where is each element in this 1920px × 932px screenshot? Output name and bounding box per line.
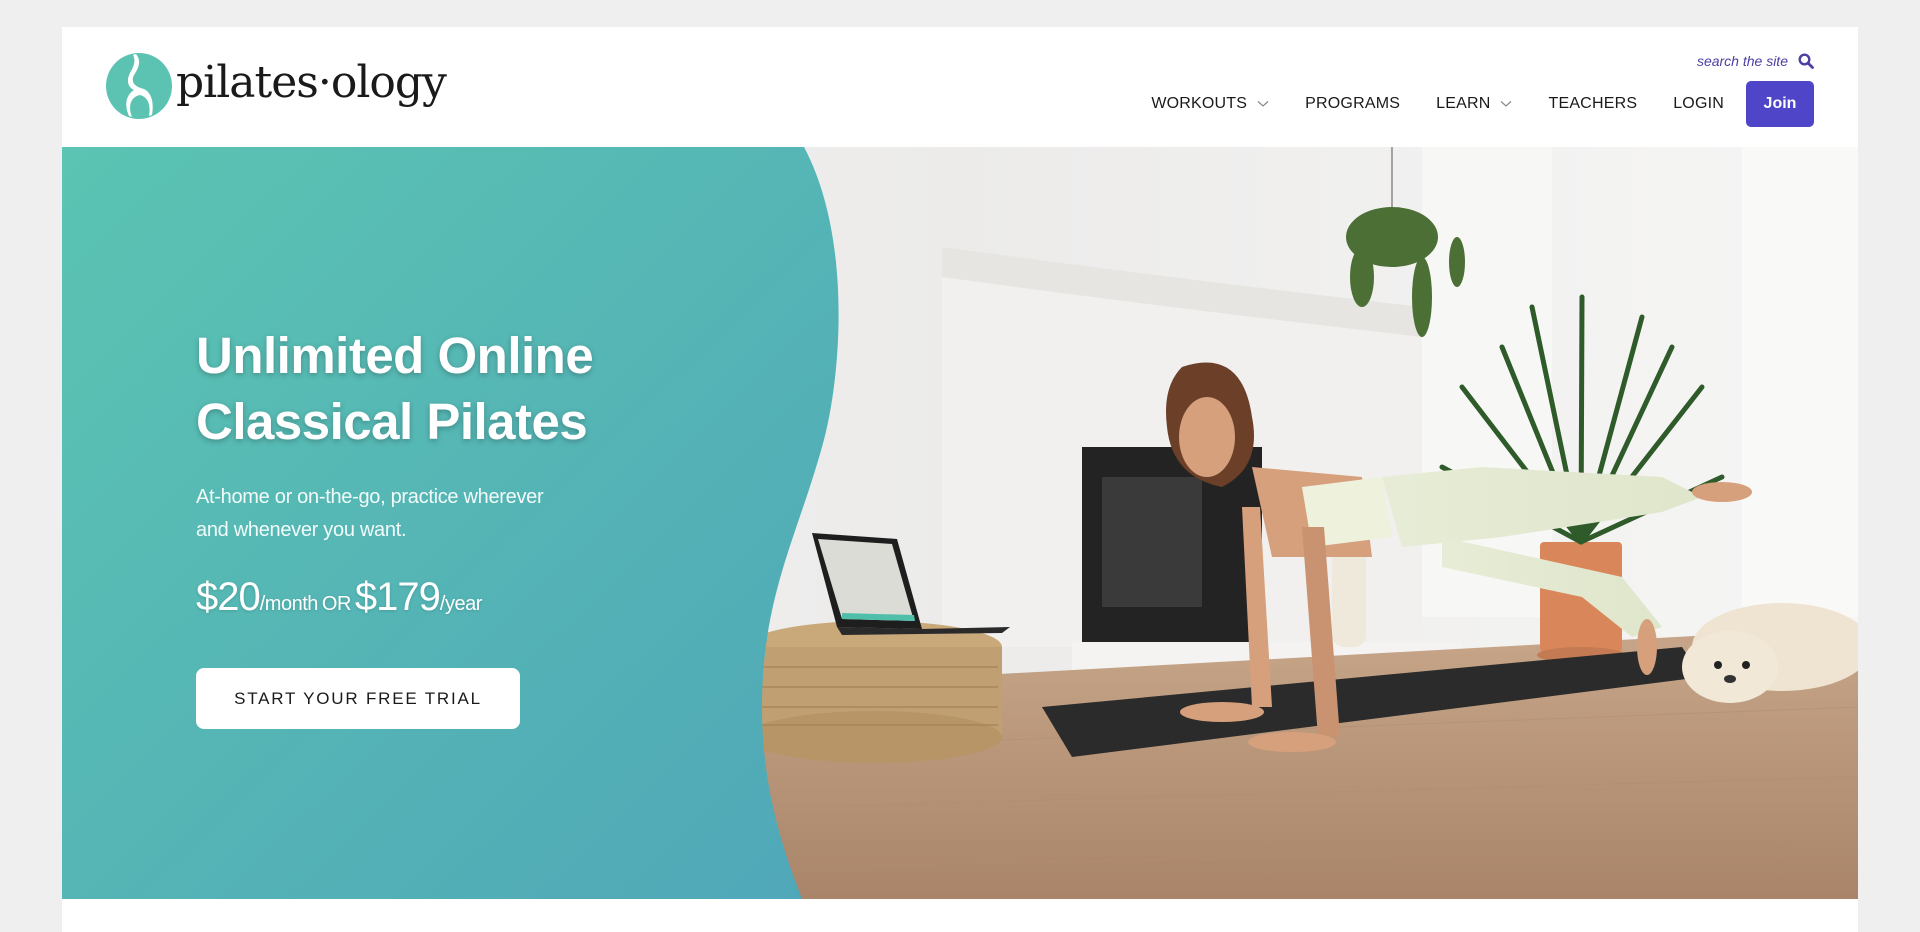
nav-item-learn[interactable]: LEARN bbox=[1436, 95, 1512, 113]
below-hero-area bbox=[62, 899, 1858, 932]
price-yearly: $179 bbox=[354, 575, 441, 619]
chevron-down-icon bbox=[1501, 101, 1512, 107]
join-button[interactable]: Join bbox=[1746, 81, 1814, 127]
search-link[interactable]: search the site bbox=[1697, 53, 1814, 69]
headline-line-2: Classical Pilates bbox=[196, 393, 588, 450]
headline-line-1: Unlimited Online bbox=[196, 327, 594, 384]
price-yearly-unit: /year bbox=[439, 593, 482, 615]
nav-label: TEACHERS bbox=[1548, 95, 1638, 112]
hero-section: Unlimited Online Classical Pilates At-ho… bbox=[62, 147, 1858, 899]
nav-item-teachers[interactable]: TEACHERS bbox=[1548, 95, 1637, 113]
price-monthly: $20 bbox=[196, 575, 261, 619]
page: pilates·ology search the site WORKOUTS P… bbox=[62, 27, 1858, 932]
subhead-line-2: and whenever you want. bbox=[196, 519, 407, 541]
nav-label: LOGIN bbox=[1673, 95, 1724, 112]
nav-label: LEARN bbox=[1436, 95, 1491, 112]
logo-text: pilates·ology bbox=[176, 57, 447, 108]
price-monthly-unit: /month bbox=[259, 593, 319, 615]
pilatesology-logo-icon bbox=[106, 53, 172, 119]
search-icon bbox=[1798, 53, 1814, 69]
nav-item-login[interactable]: LOGIN bbox=[1673, 95, 1724, 113]
main-nav: WORKOUTS PROGRAMS LEARN TEACHERS LOGIN J… bbox=[1151, 81, 1814, 127]
pricing: $20 /month OR $179 /year bbox=[196, 575, 593, 620]
start-free-trial-button[interactable]: START YOUR FREE TRIAL bbox=[196, 668, 520, 729]
nav-item-workouts[interactable]: WORKOUTS bbox=[1151, 95, 1269, 113]
search-label: search the site bbox=[1696, 53, 1788, 69]
hero-headline: Unlimited Online Classical Pilates bbox=[196, 323, 594, 455]
hero-subhead: At-home or on-the-go, practice wherever … bbox=[196, 481, 593, 547]
logo-link[interactable]: pilates·ology bbox=[106, 53, 447, 119]
subhead-line-1: At-home or on-the-go, practice wherever bbox=[196, 486, 544, 508]
chevron-down-icon bbox=[1257, 101, 1269, 107]
price-or: OR bbox=[321, 593, 352, 615]
nav-label: PROGRAMS bbox=[1305, 95, 1401, 112]
hero-content: Unlimited Online Classical Pilates At-ho… bbox=[196, 323, 594, 729]
site-header: pilates·ology search the site WORKOUTS P… bbox=[62, 27, 1858, 147]
nav-label: WORKOUTS bbox=[1151, 95, 1248, 112]
nav-item-programs[interactable]: PROGRAMS bbox=[1305, 95, 1400, 113]
